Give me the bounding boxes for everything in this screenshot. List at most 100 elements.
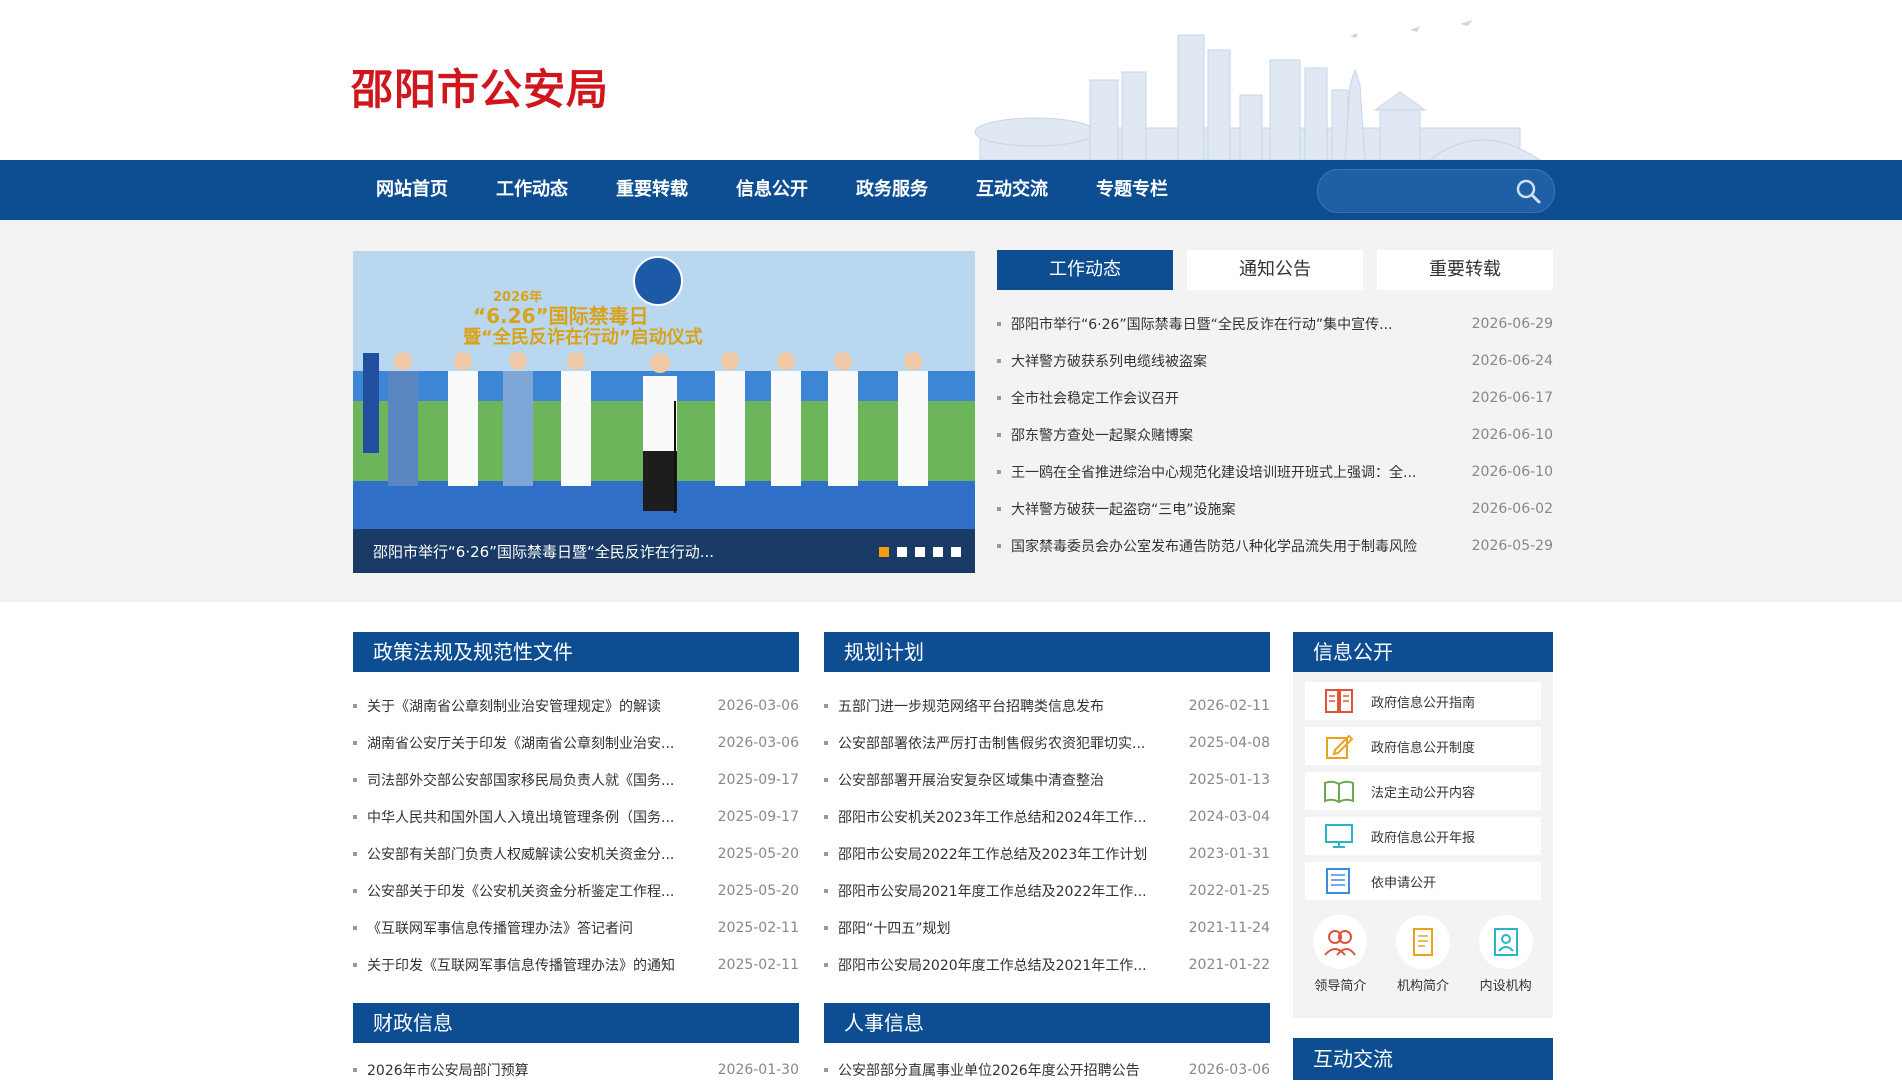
nav-item-special-topics[interactable]: 专题专栏 (1072, 160, 1192, 220)
circle-label: 机构简介 (1396, 979, 1449, 994)
news-title[interactable]: 公安部部分直属事业单位2026年度公开招聘公告 (838, 1060, 1189, 1080)
search-icon[interactable] (1514, 177, 1542, 205)
slider-dots (879, 547, 961, 557)
nav-item-gov-services[interactable]: 政务服务 (832, 160, 952, 220)
nav-item-info-public[interactable]: 信息公开 (712, 160, 832, 220)
info-item-label: 政府信息公开年报 (1371, 830, 1476, 846)
news-title[interactable]: 邵阳市举行“6·26”国际禁毒日暨“全民反诈在行动”集中宣传... (1011, 314, 1472, 334)
list-item: 五部门进一步规范网络平台招聘类信息发布 2026-02-11 (824, 687, 1270, 724)
news-title[interactable]: 司法部外交部公安部国家移民局负责人就《国务... (367, 770, 718, 790)
news-date: 2025-01-13 (1188, 771, 1270, 788)
policy-list: 关于《湖南省公章刻制业治安管理规定》的解读 2026-03-06 湖南省公安厅关于… (353, 672, 799, 983)
header: 邵阳市公安局 (0, 0, 1902, 160)
news-date: 2026-02-11 (1188, 697, 1270, 714)
news-date: 2026-06-02 (1471, 500, 1553, 517)
slider-dot-5[interactable] (951, 547, 961, 557)
planning-heading[interactable]: 规划计划 (824, 632, 1270, 672)
info-item-application[interactable]: 依申请公开 (1305, 862, 1541, 900)
news-title[interactable]: 国家禁毒委员会办公室发布通告防范八种化学品流失用于制毒风险 (1011, 536, 1472, 556)
skyline-illustration (974, 20, 1541, 160)
top-news-list: 邵阳市举行“6·26”国际禁毒日暨“全民反诈在行动”集中宣传... 2026-06… (997, 305, 1553, 564)
nav-item-reprints[interactable]: 重要转载 (592, 160, 712, 220)
nav-item-home[interactable]: 网站首页 (352, 160, 472, 220)
news-title[interactable]: 邵东警方查处一起聚众赌博案 (1011, 425, 1472, 445)
news-title[interactable]: 邵阳“十四五”规划 (838, 918, 1189, 938)
info-item-label: 依申请公开 (1371, 875, 1437, 891)
personnel-heading[interactable]: 人事信息 (824, 1003, 1270, 1043)
news-date: 2026-05-29 (1471, 537, 1553, 554)
news-title[interactable]: 公安部关于印发《公安机关资金分析鉴定工作程... (367, 881, 718, 901)
news-title[interactable]: 公安部部署开展治安复杂区域集中清查整治 (838, 770, 1189, 790)
news-title[interactable]: 邵阳市公安机关2023年工作总结和2024年工作... (838, 807, 1189, 827)
news-date: 2021-01-22 (1188, 956, 1270, 973)
tab-reprints[interactable]: 重要转载 (1377, 250, 1553, 290)
info-item-label: 法定主动公开内容 (1371, 785, 1476, 801)
tab-notices[interactable]: 通知公告 (1187, 250, 1363, 290)
news-date: 2026-03-06 (1188, 1061, 1270, 1078)
news-date: 2024-03-04 (1188, 808, 1270, 825)
tab-work-news[interactable]: 工作动态 (997, 250, 1173, 290)
circle-label: 内设机构 (1479, 979, 1532, 994)
list-item: 大祥警方破获系列电缆线被盗案 2026-06-24 (997, 342, 1553, 379)
finance-heading[interactable]: 财政信息 (353, 1003, 799, 1043)
news-title[interactable]: 中华人民共和国外国人入境出境管理条例（国务... (367, 807, 718, 827)
interaction-heading[interactable]: 互动交流 (1293, 1038, 1553, 1080)
search-input[interactable] (1332, 178, 1506, 206)
news-title[interactable]: 公安部部署依法严厉打击制售假劣农资犯罪切实... (838, 733, 1189, 753)
nav-item-interaction[interactable]: 互动交流 (952, 160, 1072, 220)
list-item: 关于印发《互联网军事信息传播管理办法》的通知 2025-02-11 (353, 946, 799, 983)
nav-item-work-news[interactable]: 工作动态 (472, 160, 592, 220)
person-card-icon (1478, 915, 1533, 969)
news-title[interactable]: 邵阳市公安局2021年度工作总结及2022年工作... (838, 881, 1189, 901)
info-public-heading[interactable]: 信息公开 (1293, 632, 1553, 672)
info-item-guide[interactable]: 政府信息公开指南 (1305, 682, 1541, 720)
news-title[interactable]: 大祥警方破获系列电缆线被盗案 (1011, 351, 1472, 371)
finance-list: 2026年市公安局部门预算 2026-01-30 (353, 1043, 799, 1088)
info-item-annual-report[interactable]: 政府信息公开年报 (1305, 817, 1541, 855)
list-item: 王一鸥在全省推进综治中心规范化建设培训班开班式上强调：全... 2026-06-1… (997, 453, 1553, 490)
slider-dot-4[interactable] (933, 547, 943, 557)
news-title[interactable]: 大祥警方破获一起盗窃“三电”设施案 (1011, 499, 1472, 519)
banner-line1: 2026年 (493, 289, 542, 305)
news-title[interactable]: 王一鸥在全省推进综治中心规范化建设培训班开班式上强调：全... (1011, 462, 1472, 482)
slider-dot-1[interactable] (879, 547, 889, 557)
news-title[interactable]: 关于《湖南省公章刻制业治安管理规定》的解读 (367, 696, 718, 716)
news-date: 2026-01-30 (717, 1061, 799, 1078)
banner-line2: “6.26”国际禁毒日 (473, 304, 649, 328)
list-item: 《互联网军事信息传播管理办法》答记者问 2025-02-11 (353, 909, 799, 946)
info-item-content[interactable]: 法定主动公开内容 (1305, 772, 1541, 810)
list-item: 公安部部署依法严厉打击制售假劣农资犯罪切实... 2025-04-08 (824, 724, 1270, 761)
list-item: 大祥警方破获一起盗窃“三电”设施案 2026-06-02 (997, 490, 1553, 527)
news-date: 2026-06-17 (1471, 389, 1553, 406)
news-title[interactable]: 2026年市公安局部门预算 (367, 1060, 718, 1080)
info-item-label: 政府信息公开制度 (1371, 740, 1476, 756)
news-title[interactable]: 湖南省公安厅关于印发《湖南省公章刻制业治安... (367, 733, 718, 753)
policy-section: 政策法规及规范性文件 关于《湖南省公章刻制业治安管理规定》的解读 2026-03-… (353, 632, 799, 983)
news-title[interactable]: 全市社会稳定工作会议召开 (1011, 388, 1472, 408)
list-item: 邵阳市公安局2022年工作总结及2023年工作计划 2023-01-31 (824, 835, 1270, 872)
slider-dot-3[interactable] (915, 547, 925, 557)
list-item: 邵阳市公安局2020年度工作总结及2021年工作... 2021-01-22 (824, 946, 1270, 983)
news-slider[interactable]: 2026年 “6.26”国际禁毒日 暨“全民反诈在行动”启动仪式 邵阳市举行“6… (353, 251, 975, 573)
news-title[interactable]: 公安部有关部门负责人权威解读公安机关资金分... (367, 844, 718, 864)
news-title[interactable]: 邵阳市公安局2022年工作总结及2023年工作计划 (838, 844, 1189, 864)
news-date: 2025-09-17 (717, 808, 799, 825)
news-date: 2026-03-06 (717, 697, 799, 714)
list-item: 国家禁毒委员会办公室发布通告防范八种化学品流失用于制毒风险 2026-05-29 (997, 527, 1553, 564)
list-item: 公安部部署开展治安复杂区域集中清查整治 2025-01-13 (824, 761, 1270, 798)
news-title[interactable]: 关于印发《互联网军事信息传播管理办法》的通知 (367, 955, 718, 975)
list-item: 司法部外交部公安部国家移民局负责人就《国务... 2025-09-17 (353, 761, 799, 798)
info-item-label: 政府信息公开指南 (1371, 695, 1476, 711)
slide-caption-text[interactable]: 邵阳市举行“6·26”国际禁毒日暨“全民反诈在行动... (373, 541, 853, 562)
edit-icon (1321, 731, 1357, 761)
slide-image: 2026年 “6.26”国际禁毒日 暨“全民反诈在行动”启动仪式 (353, 251, 975, 573)
news-title[interactable]: 邵阳市公安局2020年度工作总结及2021年工作... (838, 955, 1189, 975)
slider-dot-2[interactable] (897, 547, 907, 557)
internal-org-link[interactable]: 内设机构 (1466, 915, 1546, 994)
policy-heading[interactable]: 政策法规及规范性文件 (353, 632, 799, 672)
org-intro-link[interactable]: 机构简介 (1383, 915, 1463, 994)
news-title[interactable]: 五部门进一步规范网络平台招聘类信息发布 (838, 696, 1189, 716)
news-title[interactable]: 《互联网军事信息传播管理办法》答记者问 (367, 918, 718, 938)
info-item-system[interactable]: 政府信息公开制度 (1305, 727, 1541, 765)
leader-intro-link[interactable]: 领导简介 (1300, 915, 1380, 994)
